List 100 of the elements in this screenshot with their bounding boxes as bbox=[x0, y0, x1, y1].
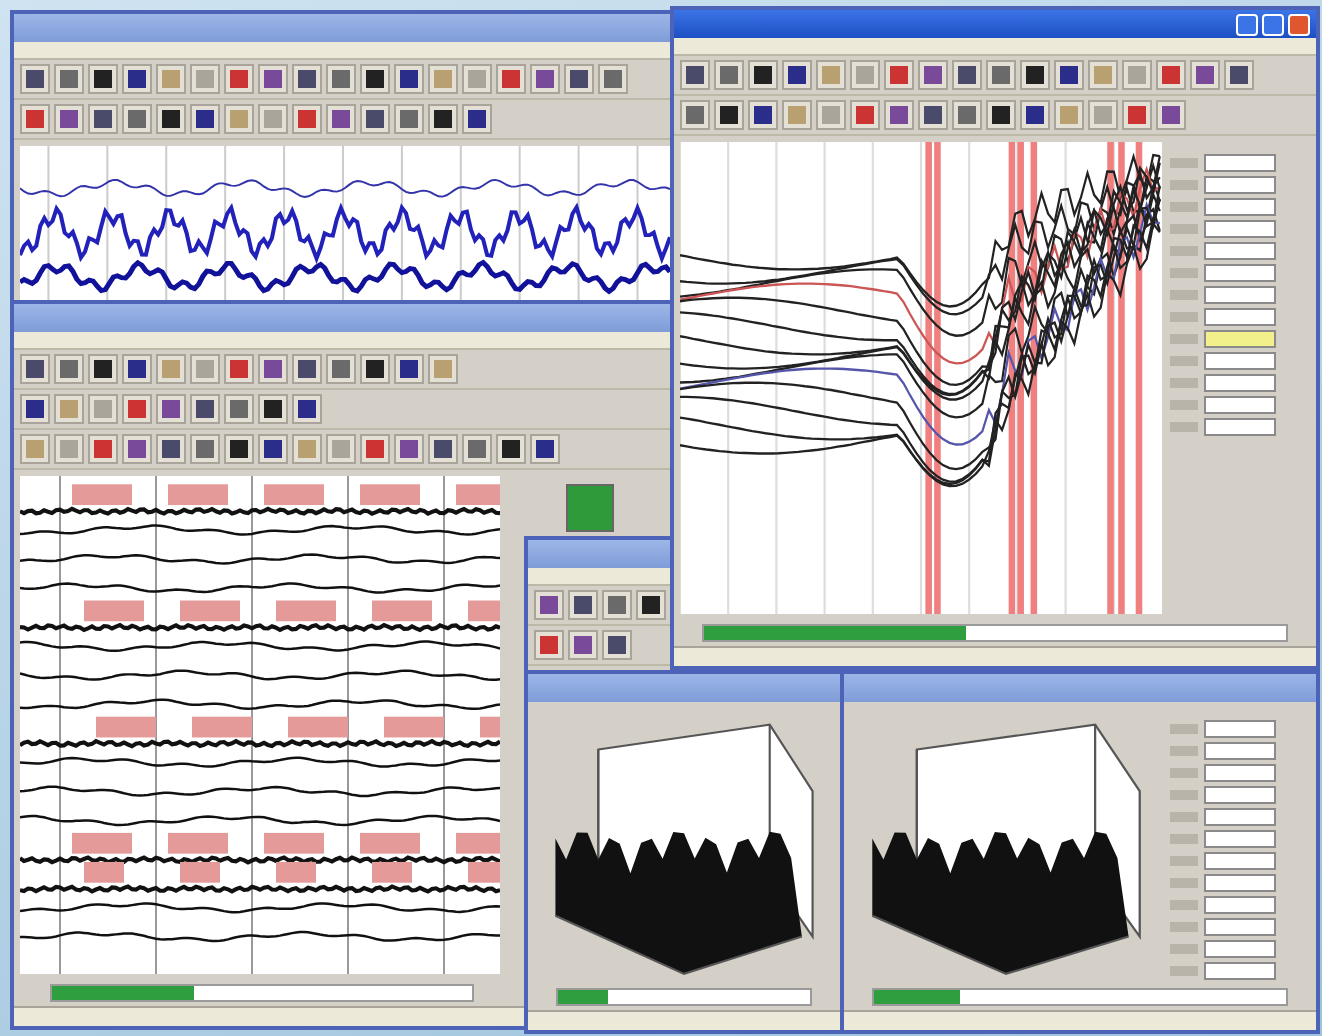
toolbar-button[interactable] bbox=[428, 434, 458, 464]
value-field[interactable] bbox=[1204, 764, 1276, 782]
highlight-band bbox=[276, 861, 316, 883]
toolbar-button[interactable] bbox=[1020, 60, 1050, 90]
close-button[interactable] bbox=[1288, 13, 1310, 35]
square-icon bbox=[298, 110, 316, 128]
value-field[interactable] bbox=[1204, 396, 1276, 414]
channel-label bbox=[1170, 202, 1198, 212]
square-icon bbox=[468, 70, 486, 88]
value-field[interactable] bbox=[1204, 896, 1276, 914]
value-field[interactable] bbox=[1204, 308, 1276, 326]
toolbar-button[interactable] bbox=[1224, 60, 1254, 90]
value-field[interactable] bbox=[1204, 330, 1276, 348]
square-icon bbox=[958, 66, 976, 84]
maximize-button[interactable] bbox=[1262, 13, 1284, 35]
toolbar-button[interactable] bbox=[360, 354, 390, 384]
toolbar-button[interactable] bbox=[680, 60, 710, 90]
toolbar-button[interactable] bbox=[122, 64, 152, 94]
value-field[interactable] bbox=[1204, 418, 1276, 436]
square-icon bbox=[26, 400, 44, 418]
toolbar-button[interactable] bbox=[564, 64, 594, 94]
toolbar-button[interactable] bbox=[20, 64, 50, 94]
toolbar-button[interactable] bbox=[748, 60, 778, 90]
toolbar-button[interactable] bbox=[602, 630, 632, 660]
value-field[interactable] bbox=[1204, 176, 1276, 194]
square-icon bbox=[264, 400, 282, 418]
value-field[interactable] bbox=[1204, 962, 1276, 980]
square-icon bbox=[26, 360, 44, 378]
value-field[interactable] bbox=[1204, 352, 1276, 370]
value-field[interactable] bbox=[1204, 742, 1276, 760]
toolbar-button[interactable] bbox=[20, 354, 50, 384]
square-icon bbox=[754, 106, 772, 124]
toolbar-button[interactable] bbox=[394, 64, 424, 94]
value-field[interactable] bbox=[1204, 940, 1276, 958]
toolbar-button[interactable] bbox=[156, 104, 186, 134]
value-field[interactable] bbox=[1204, 220, 1276, 238]
toolbar-button[interactable] bbox=[714, 100, 744, 130]
value-field[interactable] bbox=[1204, 286, 1276, 304]
toolbar-button[interactable] bbox=[748, 100, 778, 130]
highlight-band bbox=[468, 861, 500, 883]
value-field[interactable] bbox=[1204, 154, 1276, 172]
square-icon bbox=[924, 106, 942, 124]
square-icon bbox=[570, 70, 588, 88]
square-icon bbox=[264, 360, 282, 378]
square-icon bbox=[890, 106, 908, 124]
toolbar-button[interactable] bbox=[224, 434, 254, 464]
square-icon bbox=[298, 400, 316, 418]
square-icon bbox=[720, 66, 738, 84]
toolbar-button[interactable] bbox=[292, 394, 322, 424]
toolbar-button[interactable] bbox=[986, 100, 1016, 130]
toolbar-button[interactable] bbox=[190, 104, 220, 134]
toolbar-button[interactable] bbox=[292, 64, 322, 94]
toolbar-button[interactable] bbox=[1054, 60, 1084, 90]
value-field[interactable] bbox=[1204, 786, 1276, 804]
toolbar-button[interactable] bbox=[952, 60, 982, 90]
square-icon bbox=[434, 440, 452, 458]
value-field[interactable] bbox=[1204, 264, 1276, 282]
square-icon bbox=[788, 66, 806, 84]
toolbar-button[interactable] bbox=[88, 104, 118, 134]
toolbar-button[interactable] bbox=[636, 590, 666, 620]
highlight-band bbox=[84, 600, 144, 622]
toolbar-button[interactable] bbox=[530, 434, 560, 464]
square-icon bbox=[264, 70, 282, 88]
value-field[interactable] bbox=[1204, 242, 1276, 260]
square-icon bbox=[788, 106, 806, 124]
toolbar-button[interactable] bbox=[496, 434, 526, 464]
toolbar-button[interactable] bbox=[360, 104, 390, 134]
toolbar-button[interactable] bbox=[1020, 100, 1050, 130]
value-field[interactable] bbox=[1204, 918, 1276, 936]
minimize-button[interactable] bbox=[1236, 13, 1258, 35]
toolbar-button[interactable] bbox=[292, 354, 322, 384]
channel-label bbox=[1170, 246, 1198, 256]
value-field[interactable] bbox=[1204, 198, 1276, 216]
toolbar-button[interactable] bbox=[462, 104, 492, 134]
toolbar-button[interactable] bbox=[428, 104, 458, 134]
toolbar-button[interactable] bbox=[918, 100, 948, 130]
toolbar-button[interactable] bbox=[258, 434, 288, 464]
toolbar-button[interactable] bbox=[88, 354, 118, 384]
toolbar-button[interactable] bbox=[568, 590, 598, 620]
toolbar-button[interactable] bbox=[88, 64, 118, 94]
square-icon bbox=[1128, 106, 1146, 124]
value-field[interactable] bbox=[1204, 720, 1276, 738]
square-icon bbox=[856, 66, 874, 84]
value-field[interactable] bbox=[1204, 808, 1276, 826]
value-field[interactable] bbox=[1204, 874, 1276, 892]
toolbar-button[interactable] bbox=[360, 64, 390, 94]
toolbar-button[interactable] bbox=[190, 394, 220, 424]
toolbar-button[interactable] bbox=[156, 434, 186, 464]
toolbar-button[interactable] bbox=[20, 394, 50, 424]
toolbar-button[interactable] bbox=[258, 394, 288, 424]
channel-label bbox=[1170, 378, 1198, 388]
channel-label bbox=[1170, 724, 1198, 734]
value-field[interactable] bbox=[1204, 830, 1276, 848]
channel-label bbox=[1170, 158, 1198, 168]
square-icon bbox=[230, 360, 248, 378]
toolbar-button[interactable] bbox=[122, 354, 152, 384]
toolbar-button[interactable] bbox=[394, 354, 424, 384]
toolbar-button[interactable] bbox=[782, 60, 812, 90]
value-field[interactable] bbox=[1204, 374, 1276, 392]
value-field[interactable] bbox=[1204, 852, 1276, 870]
